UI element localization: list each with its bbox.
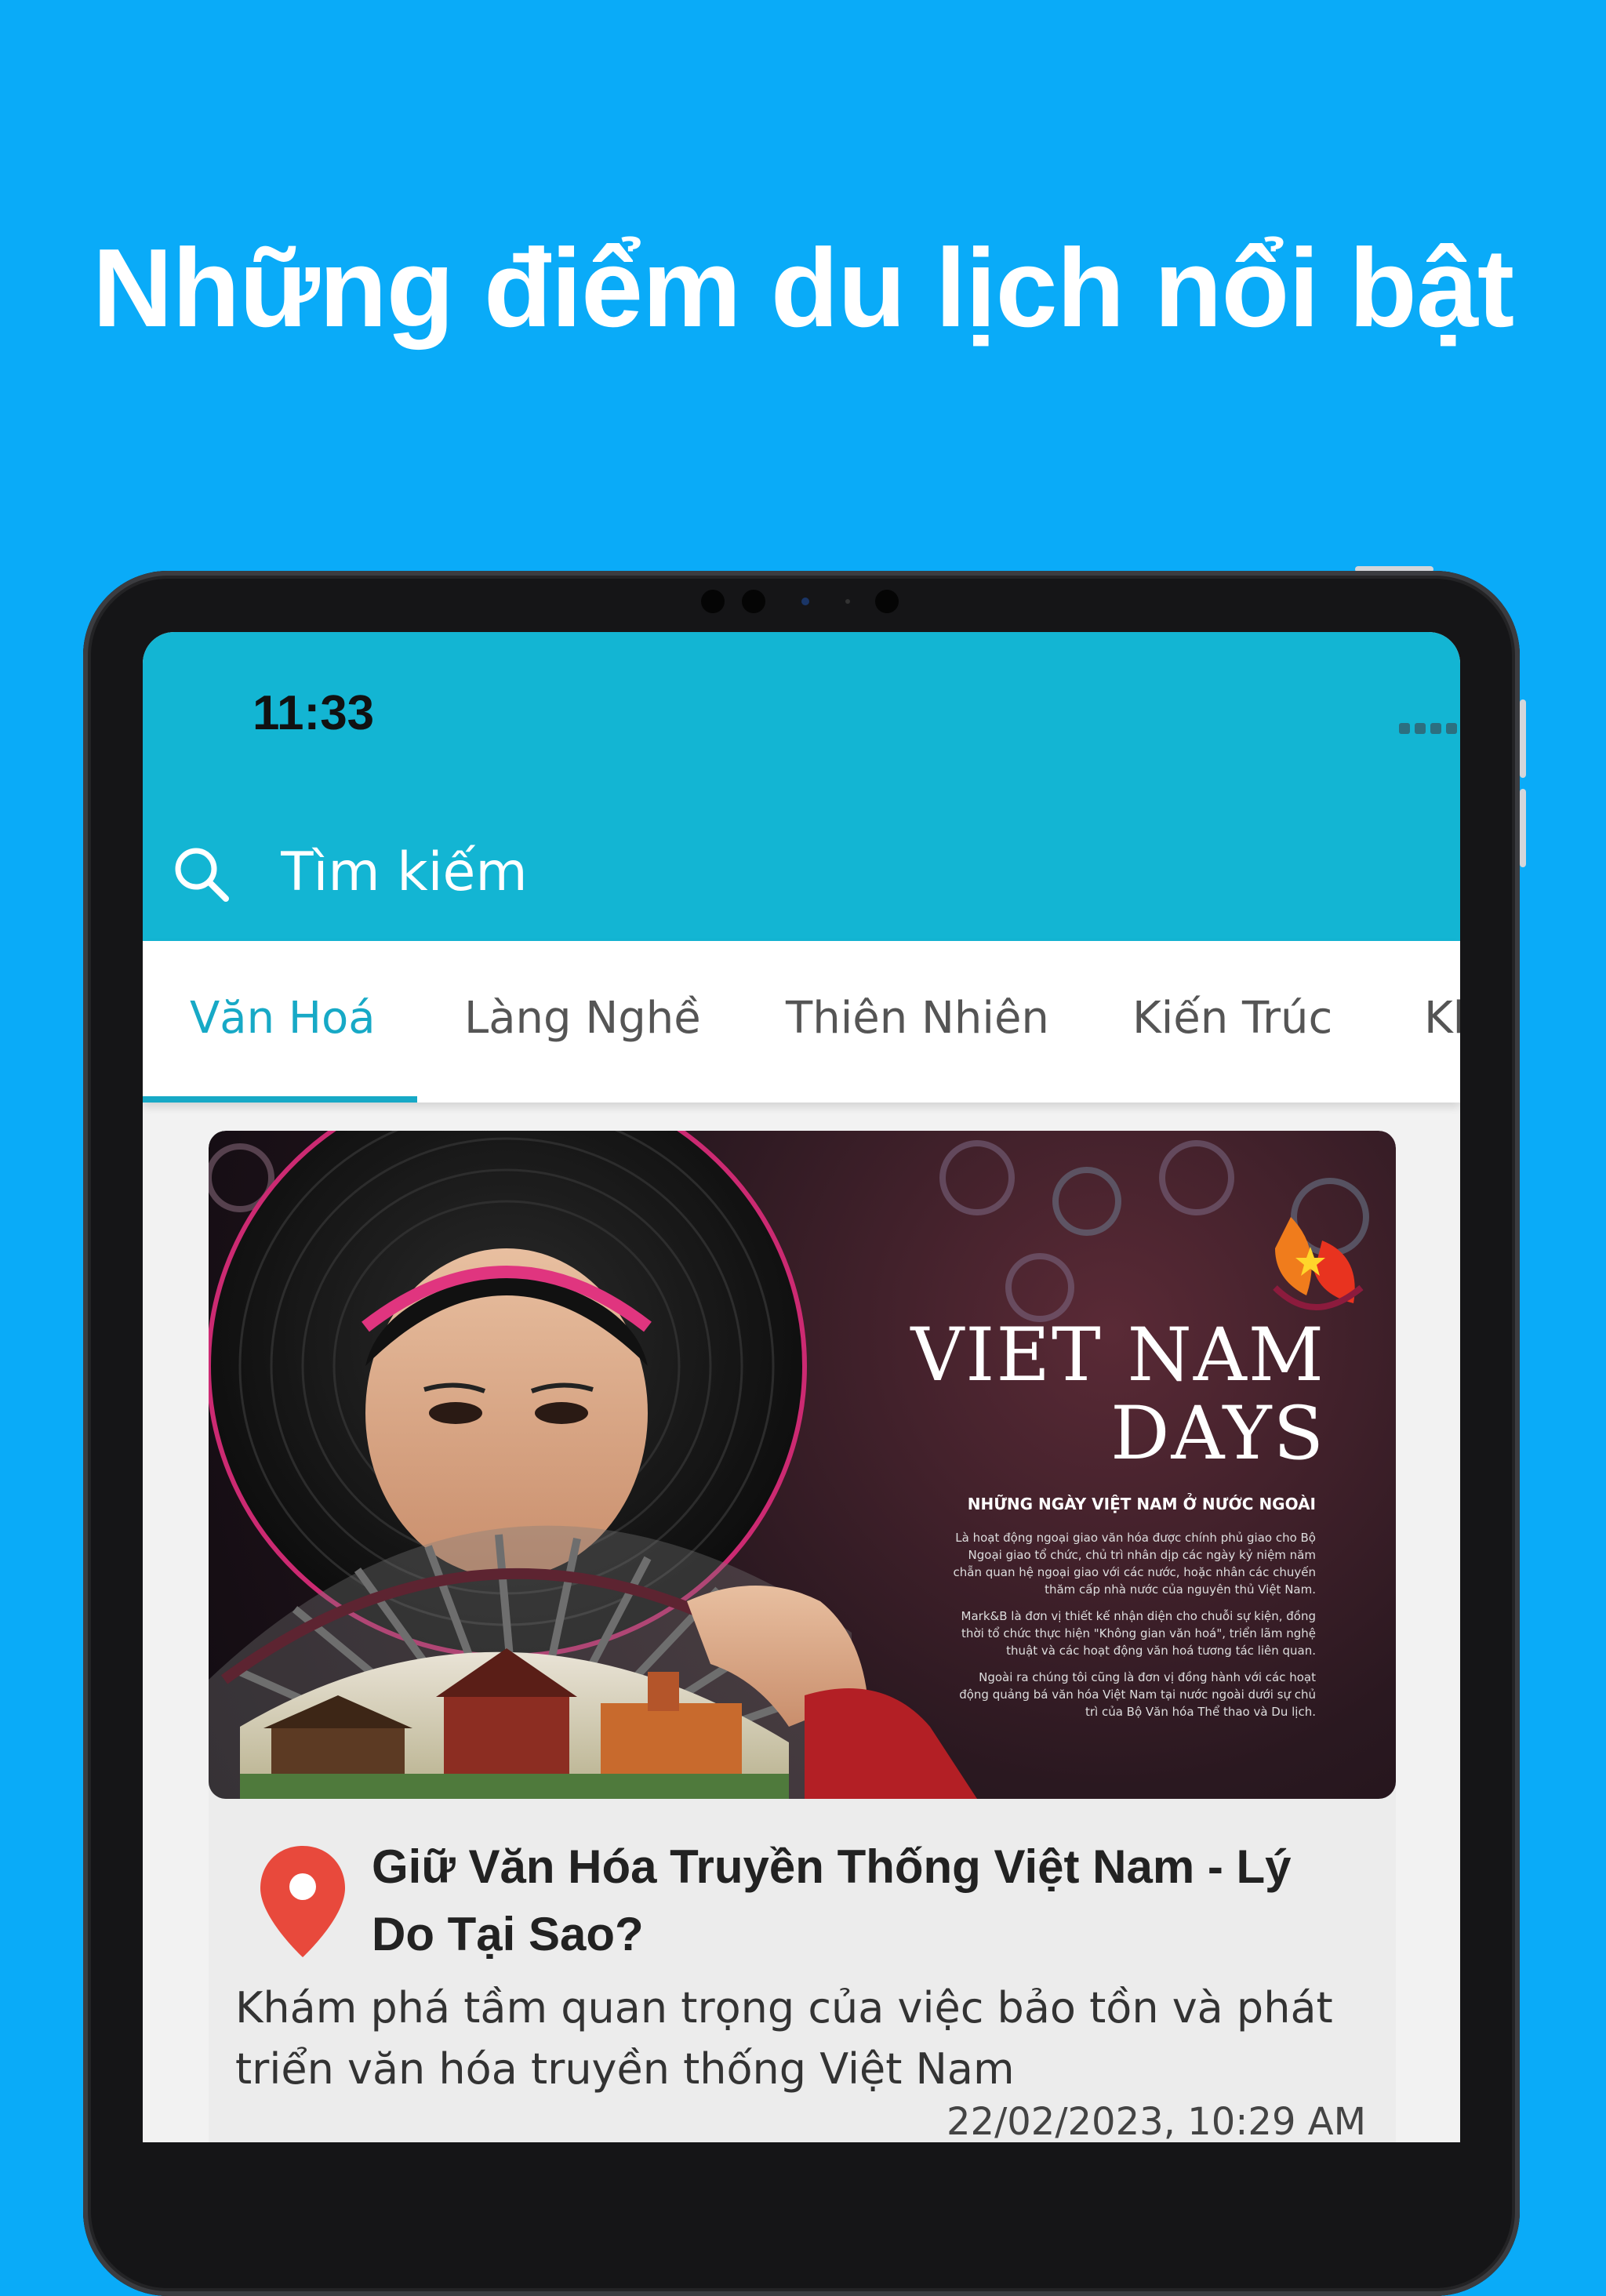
location-pin-icon <box>260 1846 345 1957</box>
article-description: Khám phá tầm quan trọng của việc bảo tồn… <box>235 1983 1333 2094</box>
image-body-text: Là hoạt động ngoại giao văn hóa được chí… <box>953 1531 1317 1719</box>
image-headline: VIET NAM DAYS <box>910 1313 1325 1477</box>
app-screen: 11:33 Văn Hoá Làng Nghề Thiên Nhiên Kiế <box>143 632 1460 2142</box>
status-time: 11:33 <box>253 686 375 740</box>
tab-active-indicator <box>143 1096 417 1103</box>
tab-thien-nhien[interactable]: Thiên Nhiên <box>786 993 1049 1044</box>
promo-headline: Những điểm du lịch nổi bật <box>92 226 1514 351</box>
category-tabs: Văn Hoá Làng Nghề Thiên Nhiên Kiến Trúc … <box>143 941 1460 1103</box>
search-icon[interactable] <box>171 844 234 906</box>
signal-icon <box>1399 723 1460 734</box>
article-card[interactable]: VIET NAM DAYS NHỮNG NGÀY VIỆT NAM Ở NƯỚC… <box>209 1131 1396 2142</box>
device-volume-up <box>1520 699 1526 778</box>
tab-kien-truc[interactable]: Kiến Trúc <box>1132 993 1332 1044</box>
tab-van-hoa[interactable]: Văn Hoá <box>190 993 376 1044</box>
tab-lang-nghe[interactable]: Làng Nghề <box>464 993 701 1044</box>
device-volume-down <box>1520 789 1526 867</box>
search-bar[interactable] <box>171 820 1426 922</box>
article-title[interactable]: Giữ Văn Hóa Truyền Thống Việt Nam - Lý D… <box>372 1833 1352 1968</box>
article-date: 22/02/2023, 10:29 AM <box>946 2100 1366 2142</box>
tab-truncated[interactable]: Kh <box>1424 993 1460 1044</box>
article-image[interactable]: VIET NAM DAYS NHỮNG NGÀY VIỆT NAM Ở NƯỚC… <box>209 1131 1396 1799</box>
image-subtitle: NHỮNG NGÀY VIỆT NAM Ở NƯỚC NGOÀI <box>967 1495 1316 1513</box>
search-input[interactable] <box>279 836 1380 908</box>
camera-bar <box>690 590 910 613</box>
app-bar: 11:33 <box>143 632 1460 941</box>
